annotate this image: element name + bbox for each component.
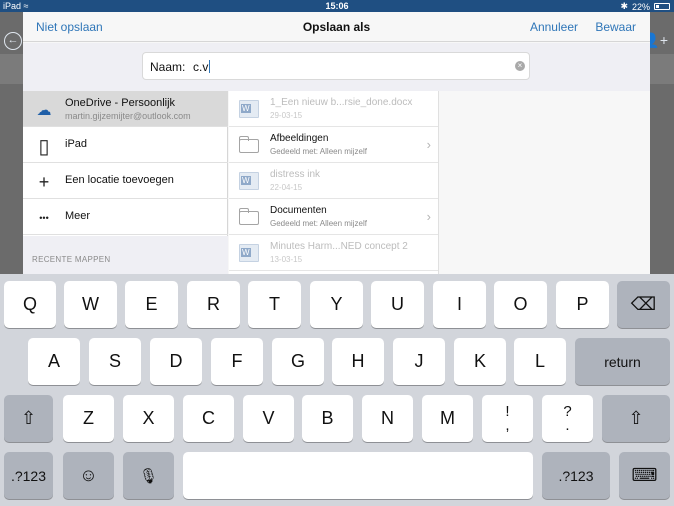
file-row: distress ink 22-04-15 <box>229 163 438 199</box>
location-label: Een locatie toevoegen <box>65 174 174 186</box>
name-label: Naam: <box>150 60 186 74</box>
plus-icon: + <box>38 171 50 192</box>
key-m[interactable]: M <box>422 395 473 442</box>
key-l[interactable]: L <box>514 338 566 385</box>
keyboard-hide-icon: ⌨ <box>631 465 658 485</box>
save-button[interactable]: Bewaar <box>595 20 636 34</box>
key-t[interactable]: T <box>248 281 301 328</box>
key-w[interactable]: W <box>64 281 117 328</box>
key-v[interactable]: V <box>243 395 294 442</box>
emoji-key[interactable]: ☺ <box>63 452 114 499</box>
key-i[interactable]: I <box>433 281 486 328</box>
backspace-icon: ⌫ <box>630 294 657 314</box>
location-label: iPad <box>65 138 88 150</box>
save-as-sheet: Niet opslaan Opslaan als Annuleer Bewaar… <box>23 12 650 274</box>
sheet-navbar: Niet opslaan Opslaan als Annuleer Bewaar <box>23 12 650 42</box>
key-r[interactable]: R <box>187 281 240 328</box>
key-d[interactable]: D <box>150 338 202 385</box>
keyboard-dismiss-key[interactable]: ⌨ <box>619 452 670 499</box>
folder-name: Documenten <box>270 205 327 216</box>
status-bar: iPad ≈ 15:06 ✱ 22% <box>0 0 674 12</box>
file-name: distress ink <box>270 169 321 180</box>
return-key[interactable]: return <box>575 338 670 385</box>
clear-icon[interactable]: × <box>515 61 525 71</box>
word-document-icon <box>239 100 259 118</box>
location-more[interactable]: ••• Meer <box>23 199 228 235</box>
onedrive-icon: ☁ <box>36 102 52 119</box>
key-s[interactable]: S <box>89 338 141 385</box>
key-g[interactable]: G <box>272 338 324 385</box>
ipad-icon: ▯ <box>38 135 50 158</box>
key-k[interactable]: K <box>454 338 506 385</box>
location-label: Meer <box>65 210 91 222</box>
recent-folders-header: RECENTE MAPPEN <box>23 236 228 274</box>
key-o[interactable]: O <box>494 281 547 328</box>
key-exclamation-comma[interactable]: !, <box>482 395 533 442</box>
key-b[interactable]: B <box>302 395 353 442</box>
folder-name: Afbeeldingen <box>270 133 329 144</box>
files-list: 1_Een nieuw b...rsie_done.docx 29-03-15 … <box>229 91 439 274</box>
status-time: 15:06 <box>325 1 349 11</box>
text-caret <box>209 60 211 73</box>
numbers-key-left[interactable]: .?123 <box>4 452 53 499</box>
key-n[interactable]: N <box>362 395 413 442</box>
folder-row[interactable]: Documenten Gedeeld met: Alleen mijzelf › <box>229 199 438 235</box>
key-h[interactable]: H <box>332 338 384 385</box>
key-f[interactable]: F <box>211 338 263 385</box>
key-x[interactable]: X <box>123 395 174 442</box>
bluetooth-icon: ✱ <box>620 1 628 11</box>
shift-key-right[interactable]: ⇧ <box>602 395 670 442</box>
shift-icon: ⇧ <box>20 408 37 428</box>
key-j[interactable]: J <box>393 338 445 385</box>
key-q[interactable]: Q <box>4 281 56 328</box>
folder-row[interactable]: Afbeeldingen Gedeeld met: Alleen mijzelf… <box>229 127 438 163</box>
key-u[interactable]: U <box>371 281 424 328</box>
file-name: 1_Een nieuw b...rsie_done.docx <box>270 97 413 108</box>
locations-list: ☁ OneDrive - Persoonlijk martin.gijzemij… <box>23 91 228 274</box>
battery-percentage: 22% <box>631 1 650 12</box>
file-date: 13-03-15 <box>270 255 303 264</box>
chevron-right-icon: › <box>426 209 431 224</box>
chevron-right-icon: › <box>426 137 431 152</box>
name-field[interactable]: Naam: c.v × <box>142 52 530 80</box>
back-icon: ← <box>4 32 22 50</box>
location-ipad[interactable]: ▯ iPad <box>23 127 228 163</box>
key-p[interactable]: P <box>556 281 609 328</box>
key-a[interactable]: A <box>28 338 80 385</box>
folder-icon <box>239 136 259 153</box>
file-name: Minutes Harm...NED concept 2 <box>270 241 408 252</box>
shift-icon: ⇧ <box>628 408 644 428</box>
folder-shared-with: Gedeeld met: Alleen mijzelf <box>270 219 367 228</box>
file-date: 29-03-15 <box>270 111 303 120</box>
cancel-button[interactable]: Annuleer <box>530 20 578 34</box>
space-key[interactable] <box>183 452 533 499</box>
key-z[interactable]: Z <box>63 395 114 442</box>
backspace-key[interactable]: ⌫ <box>617 281 670 328</box>
emoji-icon: ☺ <box>79 465 98 485</box>
dictation-key[interactable]: 🎙 <box>123 452 174 499</box>
location-label: OneDrive - Persoonlijk <box>65 97 176 109</box>
numbers-key-right[interactable]: .?123 <box>542 452 610 499</box>
folder-icon <box>239 208 259 225</box>
onscreen-keyboard: Q W E R T Y U I O P ⌫ A S D F G H J K L … <box>0 274 674 506</box>
name-bar: Naam: c.v × <box>23 43 650 91</box>
key-e[interactable]: E <box>125 281 178 328</box>
location-onedrive[interactable]: ☁ OneDrive - Persoonlijk martin.gijzemij… <box>23 91 228 127</box>
more-icon: ••• <box>39 213 49 223</box>
word-document-icon <box>239 244 259 262</box>
key-question-period[interactable]: ?. <box>542 395 593 442</box>
name-input[interactable]: c.v <box>193 60 211 74</box>
file-date: 22-04-15 <box>270 183 303 192</box>
key-c[interactable]: C <box>183 395 234 442</box>
file-row: 1_Een nieuw b...rsie_done.docx 29-03-15 <box>229 91 438 127</box>
folder-shared-with: Gedeeld met: Alleen mijzelf <box>270 147 367 156</box>
location-account: martin.gijzemijter@outlook.com <box>65 111 191 121</box>
shift-key-left[interactable]: ⇧ <box>4 395 53 442</box>
file-row: Minutes Harm...NED concept 2 13-03-15 <box>229 235 438 271</box>
location-add[interactable]: + Een locatie toevoegen <box>23 163 228 199</box>
key-y[interactable]: Y <box>310 281 363 328</box>
battery-icon <box>654 3 670 10</box>
word-document-icon <box>239 172 259 190</box>
microphone-icon: 🎙 <box>138 467 159 485</box>
